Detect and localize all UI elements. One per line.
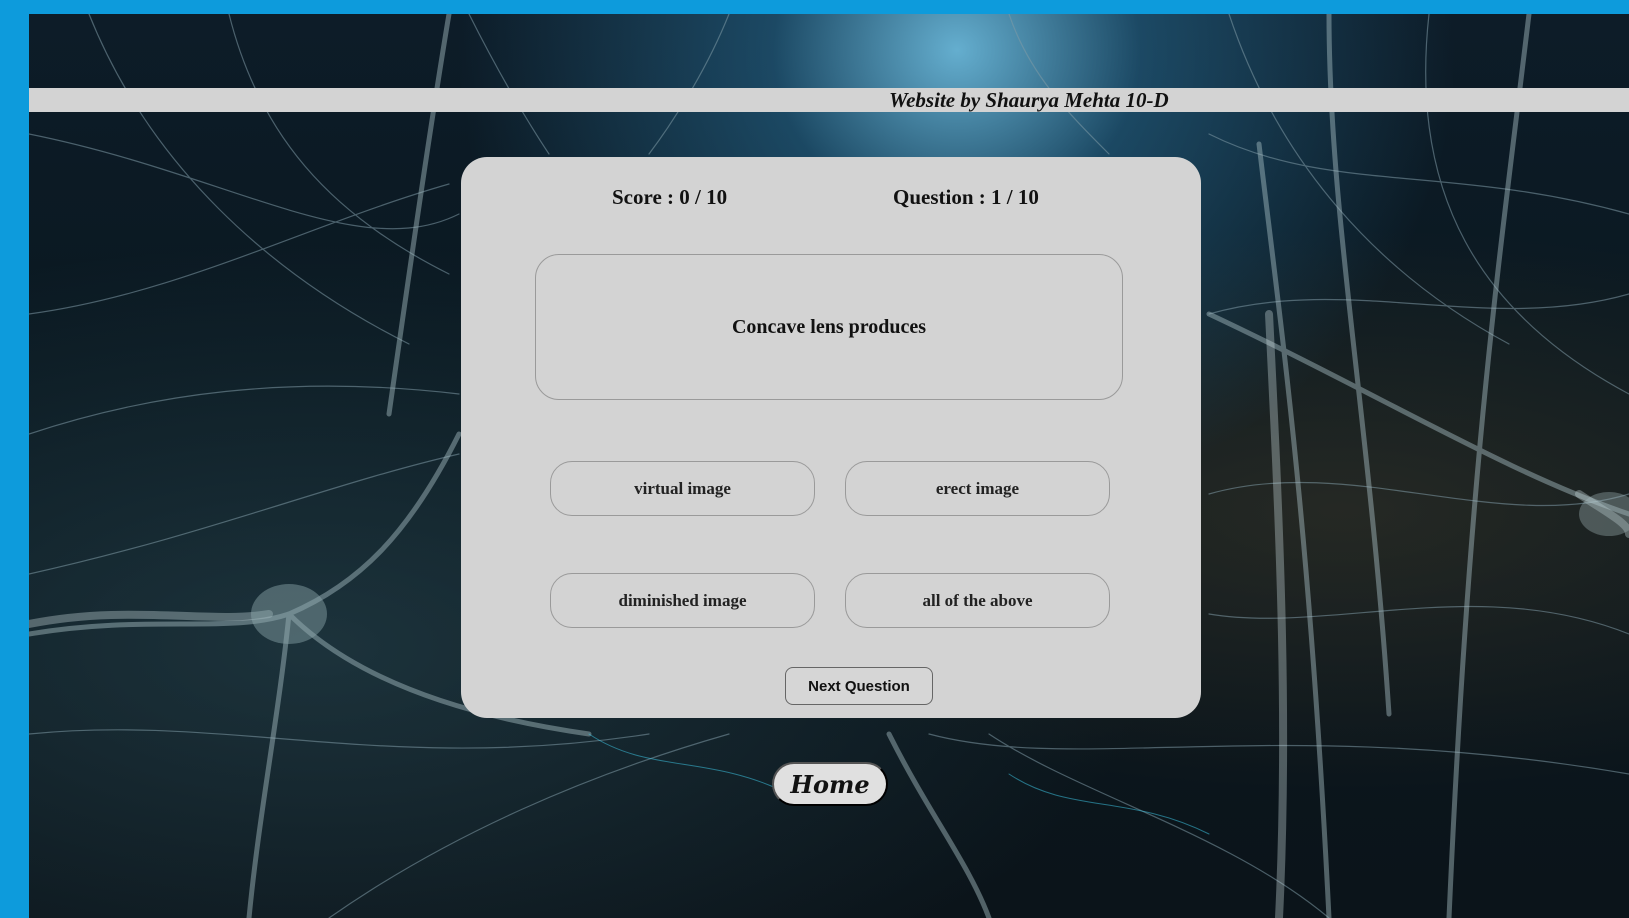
question-box: Concave lens produces: [535, 254, 1123, 400]
question-text: Concave lens produces: [731, 315, 927, 338]
answer-option-4[interactable]: all of the above: [845, 573, 1110, 628]
page-viewport: Website by Shaurya Mehta 10-D Score : 0 …: [29, 14, 1629, 918]
answer-option-3[interactable]: diminished image: [550, 573, 815, 628]
next-question-button[interactable]: Next Question: [785, 667, 933, 705]
answer-option-2[interactable]: erect image: [845, 461, 1110, 516]
home-button[interactable]: Home: [772, 762, 888, 806]
credit-bar: Website by Shaurya Mehta 10-D: [29, 88, 1629, 112]
answer-option-1[interactable]: virtual image: [550, 461, 815, 516]
quiz-card: Score : 0 / 10 Question : 1 / 10 Concave…: [461, 157, 1201, 718]
score-label: Score : 0 / 10: [612, 185, 728, 209]
question-counter: Question : 1 / 10: [893, 185, 1039, 209]
credit-text: Website by Shaurya Mehta 10-D: [889, 88, 1169, 112]
